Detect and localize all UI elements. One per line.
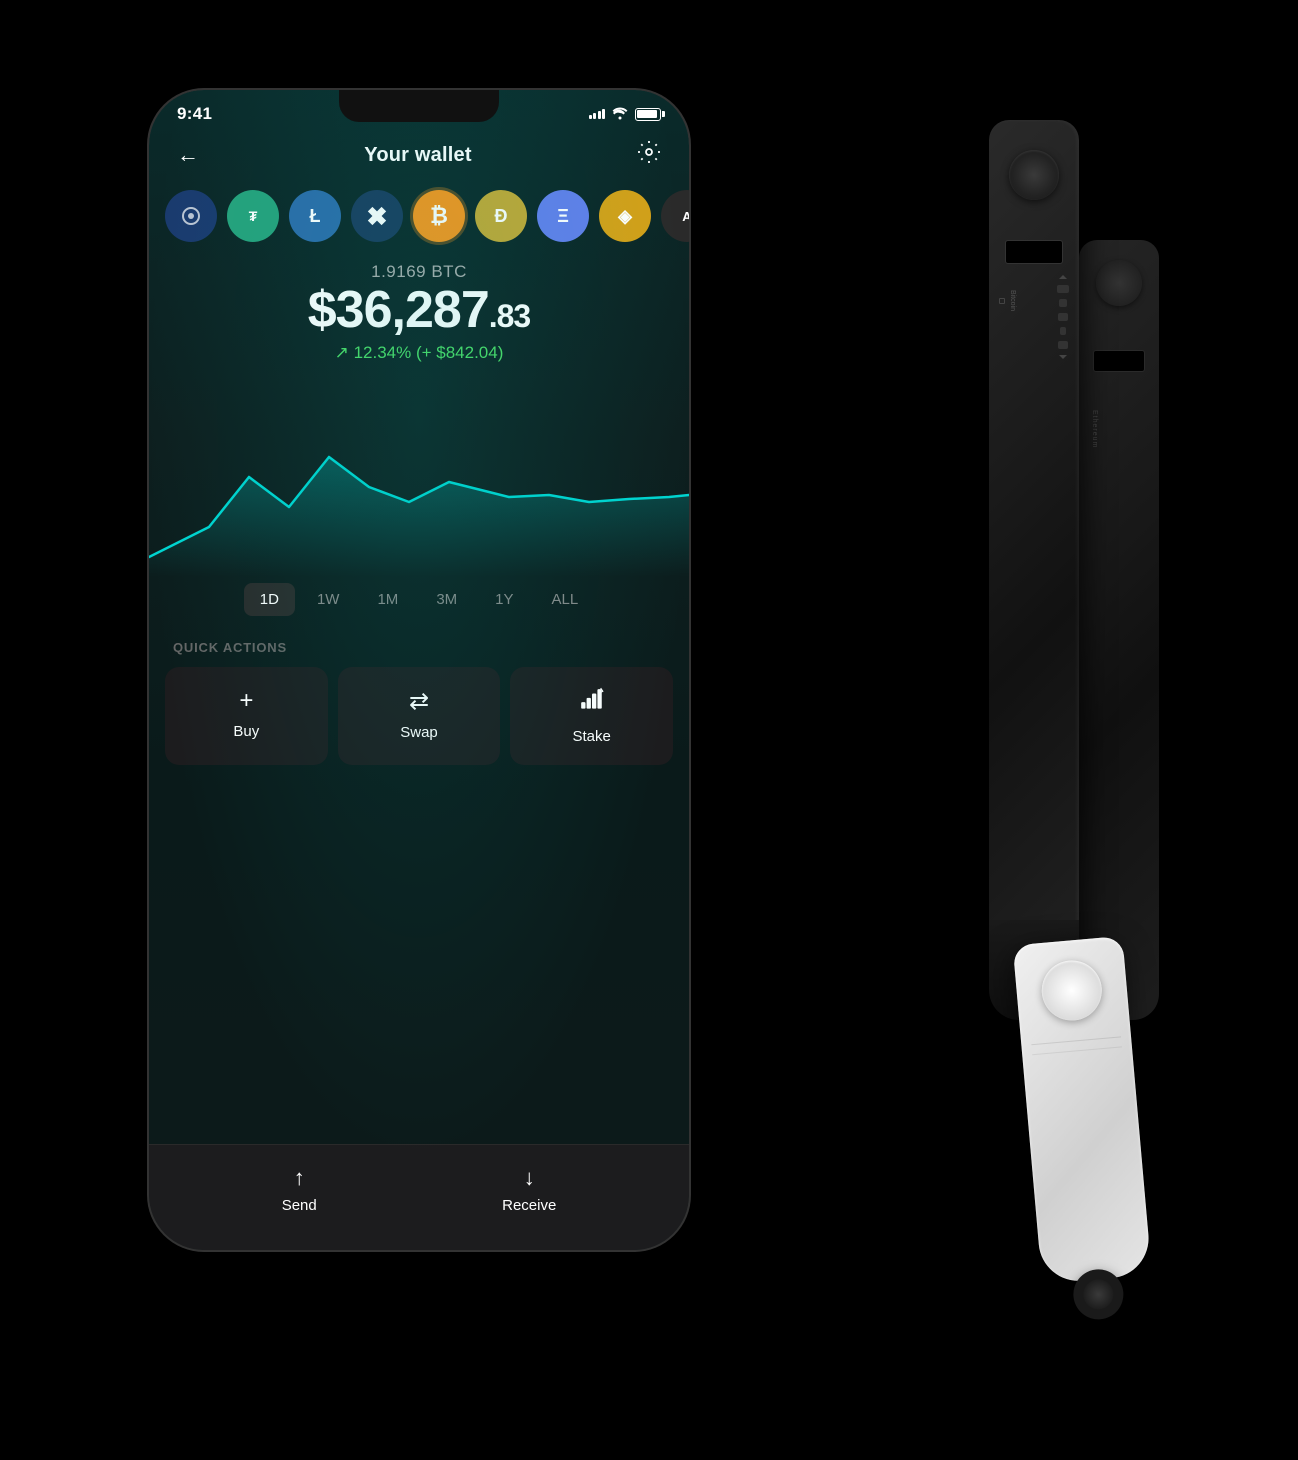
phone-screen: 9:41	[149, 90, 689, 1250]
page-title: Your wallet	[364, 144, 471, 167]
stake-icon	[579, 687, 605, 720]
coin-doge[interactable]: Ð	[475, 190, 527, 242]
ledger-white-button	[1039, 958, 1104, 1023]
ledger-menu-item: Bitcoin	[999, 290, 1016, 311]
receive-icon: ↓	[524, 1165, 535, 1191]
usd-amount: $36,287.83	[169, 282, 669, 339]
stake-button[interactable]: Stake	[510, 667, 673, 765]
btc-amount: 1.9169 BTC	[169, 262, 669, 282]
time-filter-1m[interactable]: 1M	[361, 583, 414, 616]
ledger-nano-x-black: Bitcoin	[989, 120, 1079, 1020]
time-filter-3m[interactable]: 3M	[420, 583, 473, 616]
send-icon: ↑	[294, 1165, 305, 1191]
time-filter-1w[interactable]: 1W	[301, 583, 356, 616]
send-button[interactable]: ↑ Send	[282, 1165, 317, 1214]
ledger2-label: Ethereum	[1091, 410, 1098, 448]
scene: 9:41	[99, 40, 1199, 1420]
price-chart	[149, 367, 689, 567]
buy-button[interactable]: + Buy	[165, 667, 328, 765]
wifi-icon	[611, 106, 629, 123]
swap-icon: ⇄	[409, 687, 429, 716]
ledger-down-arrow	[1059, 355, 1067, 359]
swap-button[interactable]: ⇄ Swap	[338, 667, 501, 765]
coin-ltc[interactable]: Ł	[289, 190, 341, 242]
coin-algo[interactable]: A	[661, 190, 689, 242]
price-change: ↗ 12.34% (+ $842.04)	[169, 343, 669, 363]
time-filter-1y[interactable]: 1Y	[479, 583, 529, 616]
coin-xrp[interactable]	[351, 190, 403, 242]
crypto-coins-row: ₮ Ł ₿ Ð Ξ ◈ A	[149, 178, 689, 254]
buy-label: Buy	[233, 723, 259, 740]
usd-cents: .83	[489, 298, 530, 334]
battery-icon	[635, 108, 661, 121]
chart-svg	[149, 377, 689, 577]
send-label: Send	[282, 1197, 317, 1214]
coin-unknown[interactable]	[165, 190, 217, 242]
phone-notch	[339, 90, 499, 122]
buy-icon: +	[239, 687, 253, 715]
coin-btc[interactable]: ₿	[413, 190, 465, 242]
coin-eth[interactable]: Ξ	[537, 190, 589, 242]
settings-button[interactable]	[637, 140, 661, 170]
time-filter-1d[interactable]: 1D	[244, 583, 295, 616]
coin-bnb[interactable]: ◈	[599, 190, 651, 242]
ledger-screen	[1005, 240, 1063, 264]
signal-icon	[589, 109, 606, 119]
ledger-up-arrow	[1059, 275, 1067, 279]
receive-button[interactable]: ↓ Receive	[502, 1165, 556, 1214]
status-icons	[589, 106, 662, 123]
time-filter-all[interactable]: ALL	[536, 583, 595, 616]
coin-usdt[interactable]: ₮	[227, 190, 279, 242]
receive-label: Receive	[502, 1197, 556, 1214]
balance-section: 1.9169 BTC $36,287.83 ↗ 12.34% (+ $842.0…	[149, 254, 689, 367]
phone: 9:41	[149, 90, 689, 1250]
quick-actions-grid: + Buy ⇄ Swap	[149, 667, 689, 785]
header: ← Your wallet	[149, 124, 689, 178]
usd-main: $36,287	[308, 281, 489, 339]
swap-label: Swap	[400, 724, 438, 741]
back-button[interactable]: ←	[177, 142, 199, 168]
bottom-bar: ↑ Send ↓ Receive	[149, 1144, 689, 1250]
ledger-nav-button	[1009, 150, 1059, 200]
stake-label: Stake	[573, 728, 611, 745]
status-time: 9:41	[177, 104, 212, 124]
quick-actions-label: QUICK ACTIONS	[149, 632, 689, 667]
ledger2-button	[1096, 260, 1142, 306]
